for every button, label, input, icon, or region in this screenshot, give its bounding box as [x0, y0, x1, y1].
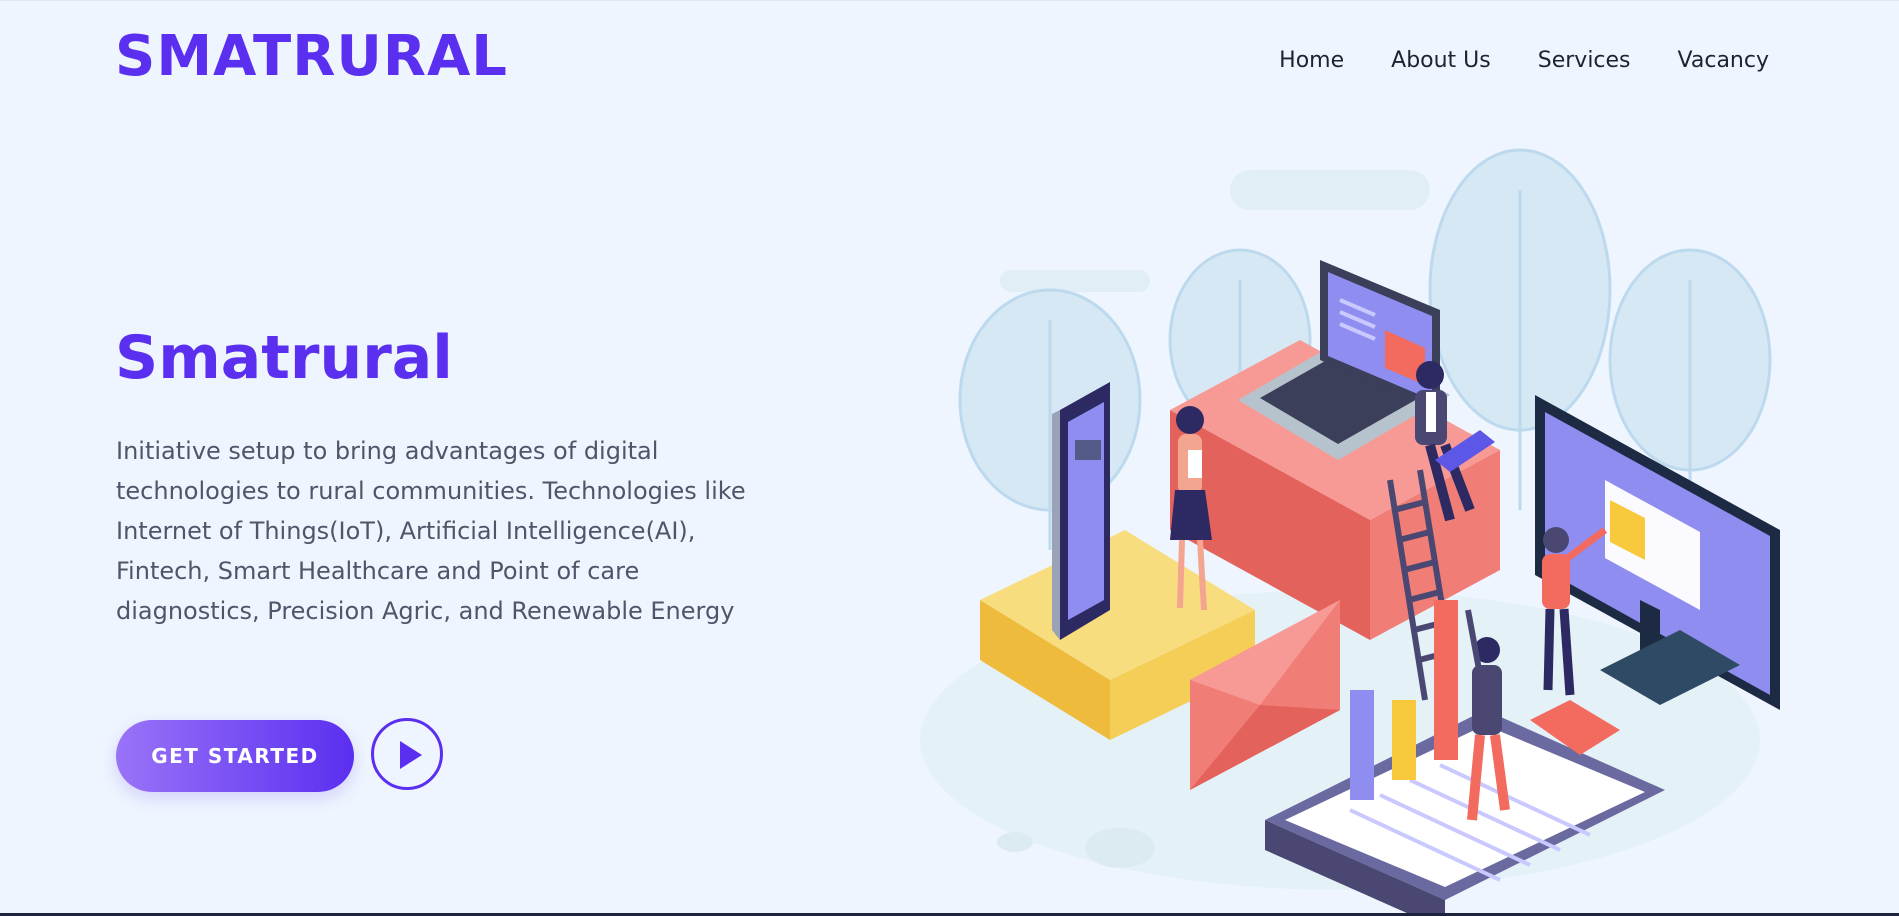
landing-page: SMATRURAL Home About Us Services Vacancy…: [0, 0, 1899, 916]
hero-description: Initiative setup to bring advantages of …: [116, 437, 746, 625]
get-started-button[interactable]: GET STARTED: [116, 720, 354, 792]
nav-services[interactable]: Services: [1538, 46, 1631, 76]
nav-home[interactable]: Home: [1279, 46, 1344, 76]
nav-vacancy[interactable]: Vacancy: [1678, 46, 1769, 76]
phone-shape: [1052, 382, 1110, 640]
hero-illustration: [920, 148, 1780, 916]
main-nav: Home About Us Services Vacancy: [1279, 46, 1769, 76]
hero-title: Smatrural: [115, 323, 453, 393]
play-icon: [400, 741, 422, 769]
play-video-button[interactable]: [371, 718, 443, 790]
top-border: [0, 0, 1899, 1]
site-logo[interactable]: SMATRURAL: [115, 24, 508, 90]
nav-about-us[interactable]: About Us: [1391, 46, 1491, 76]
